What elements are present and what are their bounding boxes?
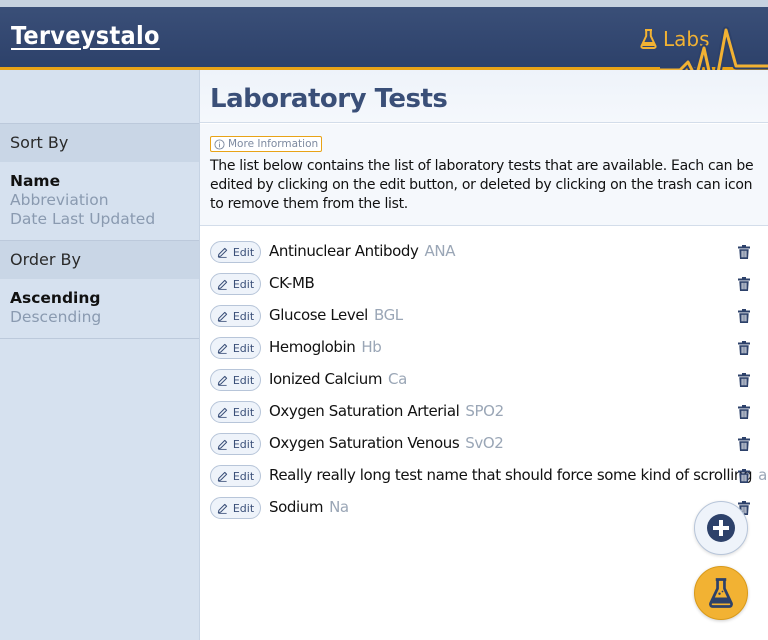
page-title: Laboratory Tests — [210, 84, 448, 114]
test-name[interactable]: Ionized Calcium Ca — [269, 370, 407, 388]
test-abbreviation: Na — [329, 498, 349, 516]
edit-button[interactable]: Edit — [210, 433, 261, 455]
test-name-text: Oxygen Saturation Venous — [269, 434, 460, 452]
add-test-button[interactable] — [694, 501, 748, 555]
sidebar-divider — [0, 338, 199, 339]
top-strip — [0, 0, 768, 7]
order-option-descending[interactable]: Descending — [10, 308, 101, 326]
trash-icon[interactable] — [738, 245, 750, 259]
sort-option-abbreviation[interactable]: Abbreviation — [10, 191, 109, 209]
test-name-text: Hemoglobin — [269, 338, 356, 356]
trash-icon[interactable] — [738, 341, 750, 355]
test-row: Edit Really really long test name that sh… — [200, 460, 768, 492]
pencil-icon — [217, 439, 227, 450]
app-header: Terveystalo Labs — [0, 7, 768, 67]
flask-icon — [709, 578, 733, 608]
test-name-text: Oxygen Saturation Arterial — [269, 402, 460, 420]
edit-button[interactable]: Edit — [210, 273, 261, 295]
edit-label: Edit — [232, 469, 255, 483]
intro-section: More Information The list below contains… — [200, 124, 768, 226]
test-row: Edit Sodium Na — [200, 492, 768, 524]
more-information-button[interactable]: More Information — [210, 136, 323, 152]
edit-button[interactable]: Edit — [210, 241, 261, 263]
test-name[interactable]: Sodium Na — [269, 498, 349, 516]
test-row: Edit Antinuclear Antibody ANA — [200, 236, 768, 268]
test-name[interactable]: Oxygen Saturation Venous SvO2 — [269, 434, 504, 452]
test-name-text: Ionized Calcium — [269, 370, 383, 388]
test-name-text: Sodium — [269, 498, 324, 516]
pencil-icon — [217, 343, 227, 354]
plus-circle-icon — [707, 514, 735, 542]
test-row: Edit Hemoglobin Hb — [200, 332, 768, 364]
edit-label: Edit — [232, 341, 255, 355]
test-name-text: Glucose Level — [269, 306, 368, 324]
test-row: Edit Glucose Level BGL — [200, 300, 768, 332]
edit-label: Edit — [232, 373, 255, 387]
edit-label: Edit — [232, 437, 255, 451]
test-name[interactable]: Really really long test name that should… — [269, 466, 768, 484]
edit-button[interactable]: Edit — [210, 305, 261, 327]
flask-icon — [640, 29, 657, 49]
test-abbreviation: SPO2 — [465, 402, 504, 420]
edit-button[interactable]: Edit — [210, 401, 261, 423]
test-name-text: Antinuclear Antibody — [269, 242, 419, 260]
test-name-text: Really really long test name that should… — [269, 466, 753, 484]
test-row: Edit Ionized Calcium Ca — [200, 364, 768, 396]
title-band: Laboratory Tests — [200, 70, 768, 123]
trash-icon[interactable] — [738, 405, 750, 419]
trash-icon[interactable] — [738, 309, 750, 323]
edit-button[interactable]: Edit — [210, 465, 261, 487]
sort-option-date-last-updated[interactable]: Date Last Updated — [10, 210, 155, 228]
test-abbreviation: abcde — [758, 466, 768, 484]
trash-icon[interactable] — [738, 437, 750, 451]
trash-icon[interactable] — [738, 469, 750, 483]
edit-label: Edit — [232, 309, 255, 323]
edit-button[interactable]: Edit — [210, 497, 261, 519]
test-name[interactable]: Antinuclear Antibody ANA — [269, 242, 455, 260]
labs-fab-button[interactable] — [694, 566, 748, 620]
info-icon — [214, 138, 225, 150]
test-row: Edit CK-MB — [200, 268, 768, 300]
test-name[interactable]: Hemoglobin Hb — [269, 338, 382, 356]
test-row: Edit Oxygen Saturation Venous SvO2 — [200, 428, 768, 460]
edit-label: Edit — [232, 501, 255, 515]
brand-logo[interactable]: Terveystalo — [11, 21, 160, 50]
edit-label: Edit — [232, 405, 255, 419]
pencil-icon — [217, 407, 227, 418]
test-abbreviation: ANA — [424, 242, 456, 260]
sidebar: Sort By Name Abbreviation Date Last Upda… — [0, 70, 200, 640]
test-abbreviation: Hb — [361, 338, 382, 356]
sort-by-heading: Sort By — [0, 123, 199, 162]
pencil-icon — [217, 279, 227, 290]
pencil-icon — [217, 375, 227, 386]
test-name[interactable]: CK-MB — [269, 274, 320, 292]
pencil-icon — [217, 471, 227, 482]
pencil-icon — [217, 503, 227, 514]
sort-option-name[interactable]: Name — [10, 172, 60, 190]
test-abbreviation: Ca — [388, 370, 407, 388]
edit-button[interactable]: Edit — [210, 369, 261, 391]
edit-label: Edit — [232, 245, 255, 259]
pencil-icon — [217, 247, 227, 258]
test-name-text: CK-MB — [269, 274, 315, 292]
trash-icon[interactable] — [738, 277, 750, 291]
test-abbreviation: SvO2 — [465, 434, 504, 452]
edit-button[interactable]: Edit — [210, 337, 261, 359]
test-row: Edit Oxygen Saturation Arterial SPO2 — [200, 396, 768, 428]
pencil-icon — [217, 311, 227, 322]
more-information-label: More Information — [228, 138, 319, 150]
order-by-heading: Order By — [0, 240, 199, 279]
test-name[interactable]: Oxygen Saturation Arterial SPO2 — [269, 402, 504, 420]
order-option-ascending[interactable]: Ascending — [10, 289, 101, 307]
test-list: Edit Antinuclear Antibody ANA Edit CK-MB Edit… — [200, 236, 768, 524]
trash-icon[interactable] — [738, 373, 750, 387]
test-name[interactable]: Glucose Level BGL — [269, 306, 403, 324]
edit-label: Edit — [232, 277, 255, 291]
test-abbreviation: BGL — [373, 306, 403, 324]
main-content: Laboratory Tests More Information The li… — [200, 70, 768, 640]
description-text: The list below contains the list of labo… — [210, 158, 754, 212]
